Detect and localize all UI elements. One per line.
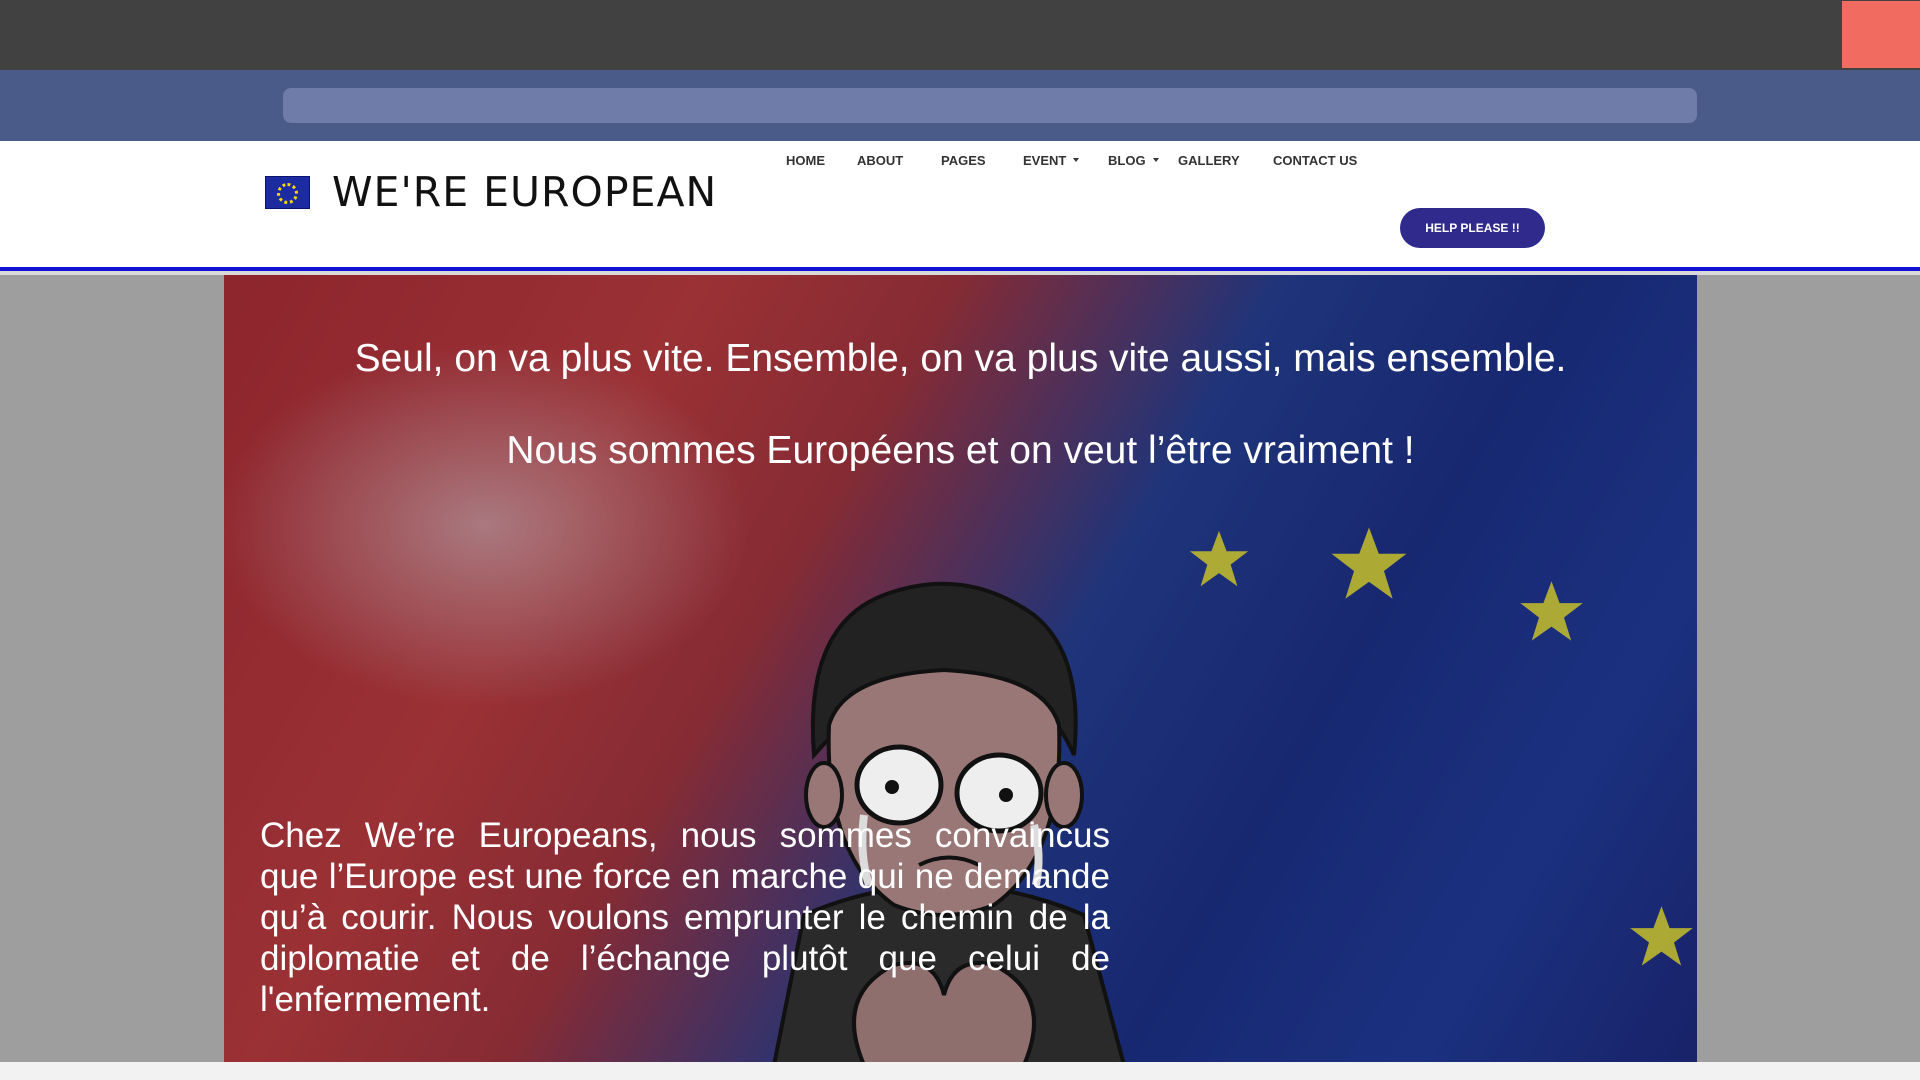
site-header: WE'RE EUROPEAN HOME ABOUT PAGES EVENT BL… [0, 141, 1920, 271]
site-logo[interactable]: WE'RE EUROPEAN [265, 168, 717, 216]
hero-paragraph: Chez We’re Europeans, nous sommes convai… [260, 816, 1110, 1019]
nav-about[interactable]: ABOUT [857, 153, 903, 168]
caret-down-icon [1152, 158, 1159, 162]
hero-headline-2: Nous sommes Européens et on veut l’être … [506, 429, 1415, 472]
address-bar-input[interactable] [283, 88, 1697, 123]
caret-down-icon [1073, 158, 1080, 162]
eu-flag-icon [265, 175, 310, 209]
close-button[interactable] [1842, 1, 1920, 68]
nav-event[interactable]: EVENT [1023, 153, 1080, 168]
nav-home[interactable]: HOME [786, 153, 825, 168]
nav-contact-us[interactable]: CONTACT US [1273, 153, 1357, 168]
browser-top-bar [0, 0, 1920, 70]
page-bottom-strip [0, 1062, 1920, 1080]
nav-blog[interactable]: BLOG [1108, 153, 1159, 168]
browser-toolbar [0, 70, 1920, 141]
hero-banner: Seul, on va plus vite. Ensemble, on va p… [224, 275, 1697, 1062]
nav-pages[interactable]: PAGES [941, 153, 986, 168]
help-please-button[interactable]: HELP PLEASE !! [1400, 208, 1545, 248]
logo-text: WE'RE EUROPEAN [332, 168, 718, 216]
nav-gallery[interactable]: GALLERY [1178, 153, 1240, 168]
hero-headline-1: Seul, on va plus vite. Ensemble, on va p… [354, 337, 1567, 380]
